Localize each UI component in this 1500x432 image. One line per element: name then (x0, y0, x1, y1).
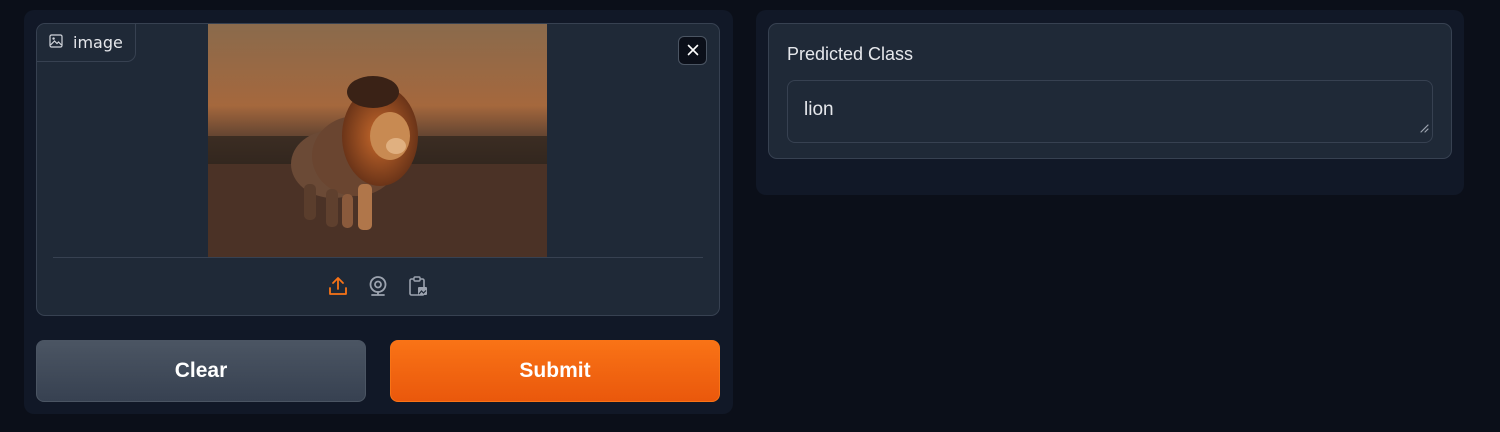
image-source-bar (37, 272, 719, 300)
uploaded-image (208, 24, 547, 257)
predicted-class-label: Predicted Class (787, 44, 914, 64)
clear-button[interactable]: Clear (36, 340, 366, 402)
webcam-icon[interactable] (367, 275, 389, 297)
output-panel: Predicted Class lion (756, 10, 1464, 195)
clear-image-button[interactable] (678, 36, 707, 65)
predicted-class-textbox[interactable]: lion (787, 80, 1433, 143)
resize-grip-icon[interactable] (1419, 117, 1429, 139)
image-input-label: image (37, 24, 136, 62)
upload-icon[interactable] (327, 275, 349, 297)
clipboard-image-icon[interactable] (407, 275, 429, 297)
input-panel: image Clear Submit (24, 10, 733, 414)
predicted-class-block: Predicted Class lion (768, 23, 1452, 159)
submit-button[interactable]: Submit (390, 340, 720, 402)
image-divider (53, 257, 703, 258)
close-icon (687, 41, 699, 60)
image-icon (49, 33, 63, 52)
image-label-text: image (73, 33, 123, 52)
image-input[interactable]: image (36, 23, 720, 316)
predicted-class-value: lion (804, 99, 834, 120)
